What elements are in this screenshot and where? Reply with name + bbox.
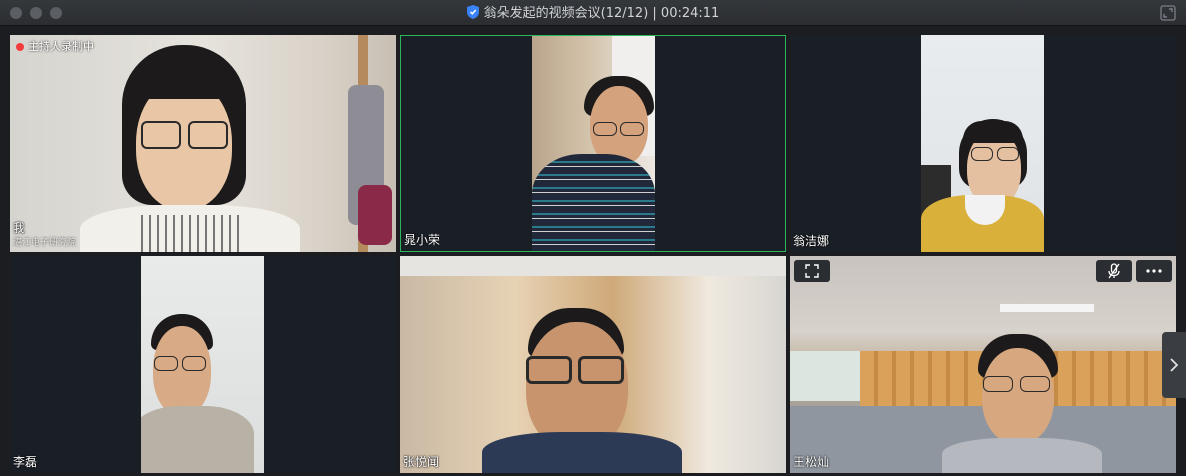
mute-participant-button[interactable] bbox=[1096, 260, 1132, 282]
participant-name: 李磊 bbox=[13, 455, 38, 469]
video-tile-self[interactable]: 主持人录制中 我 湛江电子研究院 bbox=[10, 35, 396, 252]
window-title: 翁朵发起的视频会议(12/12) | 00:24:11 bbox=[0, 5, 1186, 22]
more-options-button[interactable] bbox=[1136, 260, 1172, 282]
meeting-title-text: 翁朵发起的视频会议(12/12) | 00:24:11 bbox=[483, 6, 720, 21]
chevron-right-icon bbox=[1170, 358, 1179, 372]
video-feed bbox=[790, 256, 1176, 473]
shield-icon bbox=[466, 5, 479, 19]
next-page-button[interactable] bbox=[1162, 332, 1186, 398]
fullscreen-window-icon[interactable] bbox=[1160, 5, 1176, 21]
video-tile-participant[interactable]: 张悦闻 bbox=[400, 256, 786, 473]
fullscreen-button[interactable] bbox=[794, 260, 830, 282]
video-feed bbox=[921, 35, 1044, 252]
video-tile-participant[interactable]: 王松灿 bbox=[790, 256, 1176, 473]
participant-name: 晁小荣 bbox=[404, 233, 441, 247]
participant-name: 我 bbox=[13, 221, 26, 235]
more-icon bbox=[1146, 269, 1162, 273]
video-feed bbox=[10, 35, 396, 252]
video-feed bbox=[400, 256, 786, 473]
fullscreen-icon bbox=[805, 264, 819, 278]
title-bar: 翁朵发起的视频会议(12/12) | 00:24:11 bbox=[0, 0, 1186, 26]
mic-muted-icon bbox=[1108, 263, 1120, 279]
record-dot-icon bbox=[16, 43, 24, 51]
video-tile-participant[interactable]: 李磊 bbox=[10, 256, 396, 473]
video-tile-participant[interactable]: 翁洁娜 bbox=[790, 35, 1176, 252]
recording-label: 主持人录制中 bbox=[28, 40, 94, 53]
video-feed bbox=[532, 36, 655, 251]
video-tile-speaker[interactable]: 晁小荣 bbox=[400, 35, 786, 252]
video-feed bbox=[141, 256, 264, 473]
participant-subtitle: 湛江电子研究院 bbox=[13, 238, 77, 248]
participant-name: 王松灿 bbox=[793, 455, 830, 469]
recording-indicator: 主持人录制中 bbox=[16, 40, 94, 54]
participant-name: 翁洁娜 bbox=[793, 234, 830, 248]
participant-name: 张悦闻 bbox=[403, 455, 440, 469]
